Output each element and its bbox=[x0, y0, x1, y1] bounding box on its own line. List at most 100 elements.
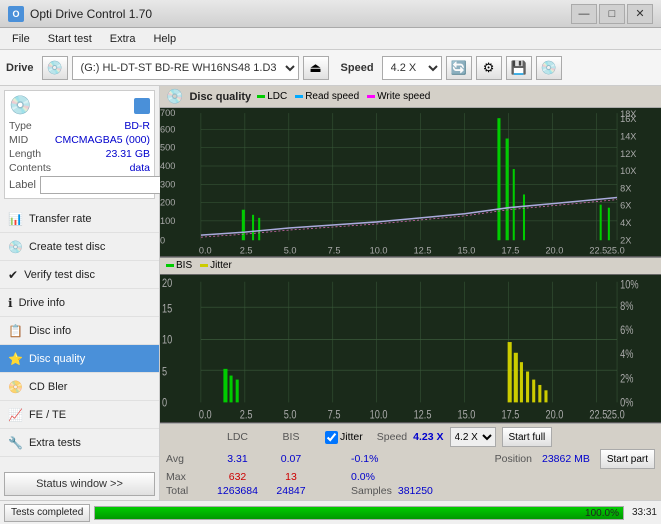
svg-text:5.0: 5.0 bbox=[284, 408, 297, 421]
length-value: 23.31 GB bbox=[106, 148, 150, 160]
close-button[interactable]: ✕ bbox=[627, 4, 653, 24]
length-label: Length bbox=[9, 148, 41, 160]
menu-help[interactable]: Help bbox=[145, 31, 184, 47]
svg-text:7.5: 7.5 bbox=[328, 245, 341, 255]
svg-text:10.0: 10.0 bbox=[370, 245, 388, 255]
disc-panel: 💿 Type BD-R MID CMCMAGBA5 (000) Length 2… bbox=[4, 90, 155, 199]
write-speed-legend-label: Write speed bbox=[377, 91, 430, 102]
settings-button[interactable]: ⚙ bbox=[476, 56, 502, 80]
svg-text:7.5: 7.5 bbox=[328, 408, 341, 421]
position-label: Position bbox=[495, 453, 532, 465]
svg-text:10: 10 bbox=[162, 333, 172, 346]
chart1-svg: 0 100 200 300 400 500 600 700 2X 4X 6X 8… bbox=[160, 108, 661, 256]
tests-completed-button[interactable]: Tests completed bbox=[4, 504, 90, 522]
label-input[interactable] bbox=[40, 176, 178, 194]
sidebar-item-disc-info[interactable]: 📋 Disc info bbox=[0, 317, 159, 345]
refresh-button[interactable]: 🔄 bbox=[446, 56, 472, 80]
stats-area: LDC BIS Jitter Speed 4.23 X 4.2 X Start … bbox=[160, 423, 661, 500]
jitter-checkbox-label[interactable]: Jitter bbox=[325, 431, 363, 444]
main-area: 💿 Type BD-R MID CMCMAGBA5 (000) Length 2… bbox=[0, 86, 661, 500]
svg-text:25.0: 25.0 bbox=[607, 408, 625, 421]
start-part-button[interactable]: Start part bbox=[600, 449, 655, 469]
svg-text:22.5: 22.5 bbox=[589, 408, 607, 421]
svg-text:12.5: 12.5 bbox=[414, 245, 432, 255]
content-header: 💿 Disc quality LDC Read speed Write spee… bbox=[160, 86, 661, 108]
sidebar: 💿 Type BD-R MID CMCMAGBA5 (000) Length 2… bbox=[0, 86, 160, 500]
speed-select[interactable]: 4.2 X bbox=[382, 56, 442, 80]
max-bis: 13 bbox=[271, 471, 311, 483]
status-window-button[interactable]: Status window >> bbox=[4, 472, 155, 496]
svg-text:5.0: 5.0 bbox=[284, 245, 297, 255]
sidebar-item-transfer-rate[interactable]: 📊 Transfer rate bbox=[0, 205, 159, 233]
menu-extra[interactable]: Extra bbox=[102, 31, 144, 47]
sidebar-item-fe-te[interactable]: 📈 FE / TE bbox=[0, 401, 159, 429]
statusbar: Tests completed 100.0% 33:31 bbox=[0, 500, 661, 524]
svg-text:10.0: 10.0 bbox=[370, 408, 388, 421]
svg-text:20.0: 20.0 bbox=[545, 245, 563, 255]
svg-text:17.5: 17.5 bbox=[501, 245, 519, 255]
total-ldc: 1263684 bbox=[210, 485, 265, 497]
svg-text:15.0: 15.0 bbox=[458, 408, 476, 421]
menu-start-test[interactable]: Start test bbox=[40, 31, 100, 47]
eject-button[interactable]: ⏏ bbox=[303, 56, 329, 80]
svg-text:2X: 2X bbox=[620, 235, 631, 245]
read-speed-legend-label: Read speed bbox=[305, 91, 359, 102]
sidebar-item-extra-tests[interactable]: 🔧 Extra tests bbox=[0, 429, 159, 457]
content-title: Disc quality bbox=[189, 91, 251, 103]
sidebar-item-drive-info[interactable]: ℹ Drive info bbox=[0, 289, 159, 317]
svg-text:20: 20 bbox=[162, 276, 172, 289]
create-test-disc-label: Create test disc bbox=[29, 241, 105, 253]
cd-bler-icon: 📀 bbox=[8, 380, 23, 394]
max-label: Max bbox=[166, 471, 204, 483]
speed-stat-label: Speed bbox=[377, 431, 407, 443]
bis-legend-dot bbox=[166, 264, 174, 267]
disc-quality-icon: ⭐ bbox=[8, 352, 23, 366]
drive-label: Drive bbox=[6, 62, 34, 74]
sidebar-item-verify-test-disc[interactable]: ✔ Verify test disc bbox=[0, 261, 159, 289]
minimize-button[interactable]: — bbox=[571, 4, 597, 24]
svg-text:8X: 8X bbox=[620, 183, 631, 193]
drive-select[interactable]: (G:) HL-DT-ST BD-RE WH16NS48 1.D3 bbox=[72, 56, 299, 80]
app-icon: O bbox=[8, 6, 24, 22]
sidebar-item-cd-bler[interactable]: 📀 CD Bler bbox=[0, 373, 159, 401]
progress-text: 100.0% bbox=[585, 507, 619, 521]
max-jitter: 0.0% bbox=[351, 471, 375, 483]
disc-info-label: Disc info bbox=[29, 325, 71, 337]
svg-text:0: 0 bbox=[160, 235, 165, 245]
disc-button[interactable]: 💿 bbox=[536, 56, 562, 80]
svg-text:500: 500 bbox=[160, 143, 175, 153]
svg-text:200: 200 bbox=[160, 198, 175, 208]
avg-label: Avg bbox=[166, 453, 204, 465]
window-title: Opti Drive Control 1.70 bbox=[30, 7, 152, 21]
speed-stat-select[interactable]: 4.2 X bbox=[450, 427, 496, 447]
sidebar-nav: 📊 Transfer rate 💿 Create test disc ✔ Ver… bbox=[0, 205, 159, 457]
svg-text:700: 700 bbox=[160, 108, 175, 118]
menu-file[interactable]: File bbox=[4, 31, 38, 47]
ldc-legend-label: LDC bbox=[267, 91, 287, 102]
status-time: 33:31 bbox=[632, 507, 657, 518]
export-button[interactable]: 💾 bbox=[506, 56, 532, 80]
contents-value: data bbox=[130, 162, 150, 174]
progress-bar-fill bbox=[95, 507, 623, 519]
svg-text:2.5: 2.5 bbox=[240, 408, 253, 421]
chart1-container: 0 100 200 300 400 500 600 700 2X 4X 6X 8… bbox=[160, 108, 661, 257]
chart2-container: 0 5 10 15 20 0% 2% 4% 6% 8% 10% 0.0 2.5 … bbox=[160, 275, 661, 424]
menubar: File Start test Extra Help bbox=[0, 28, 661, 50]
mid-label: MID bbox=[9, 134, 28, 146]
maximize-button[interactable]: □ bbox=[599, 4, 625, 24]
svg-text:22.5: 22.5 bbox=[589, 245, 607, 255]
total-label: Total bbox=[166, 485, 204, 497]
start-full-button[interactable]: Start full bbox=[502, 427, 553, 447]
drive-icon: 💿 bbox=[42, 56, 68, 80]
jitter-header: Jitter bbox=[340, 431, 363, 443]
speed-label: Speed bbox=[341, 62, 374, 74]
read-speed-legend-dot bbox=[295, 95, 303, 98]
sidebar-item-disc-quality[interactable]: ⭐ Disc quality bbox=[0, 345, 159, 373]
svg-text:12.5: 12.5 bbox=[414, 408, 432, 421]
ldc-header: LDC bbox=[210, 431, 265, 443]
sidebar-item-create-test-disc[interactable]: 💿 Create test disc bbox=[0, 233, 159, 261]
drive-info-label: Drive info bbox=[19, 297, 65, 309]
jitter-checkbox[interactable] bbox=[325, 431, 338, 444]
svg-text:2%: 2% bbox=[620, 372, 634, 385]
svg-text:400: 400 bbox=[160, 161, 175, 171]
